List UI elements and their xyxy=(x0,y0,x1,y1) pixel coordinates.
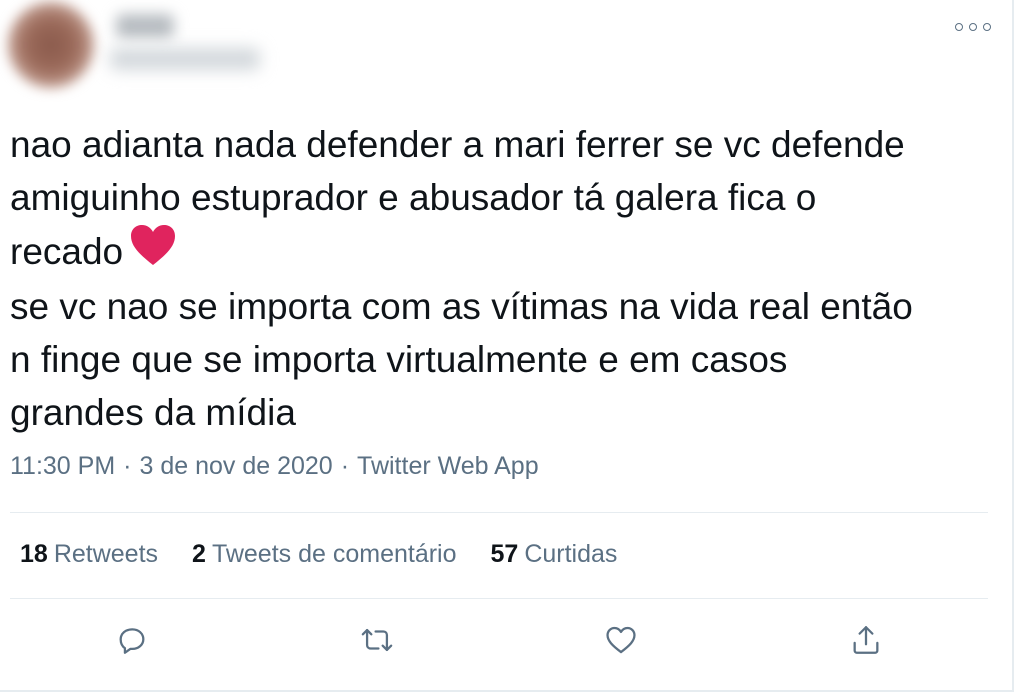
quote-tweets-label: Tweets de comentário xyxy=(211,540,457,568)
tweet-line: se vc nao se importa com as vítimas na v… xyxy=(10,286,913,327)
tweet-stats: 18 Retweets 2 Tweets de comentário 57 Curti… xyxy=(20,540,651,569)
reply-button[interactable] xyxy=(112,622,152,662)
tweet-meta: 11:30 PM · 3 de nov de 2020 · Twitter Web Ap… xyxy=(10,452,539,481)
retweets-count: 18 xyxy=(20,540,48,568)
likes-stat[interactable]: 57 Curtidas xyxy=(491,540,618,569)
meta-separator: · xyxy=(123,452,132,480)
red-heart-icon xyxy=(129,224,177,280)
tweet-line: grandes da mídia xyxy=(10,392,296,433)
tweet-line: nao adianta nada defender a mari ferrer … xyxy=(10,124,905,165)
quote-tweets-stat[interactable]: 2 Tweets de comentário xyxy=(192,540,456,569)
user-handle-redacted xyxy=(110,48,260,70)
reply-icon xyxy=(115,623,149,662)
retweet-icon xyxy=(358,623,396,662)
divider xyxy=(10,598,988,599)
retweets-label: Retweets xyxy=(53,540,159,568)
quote-tweets-count: 2 xyxy=(192,540,206,568)
like-icon xyxy=(604,623,638,662)
meta-separator: · xyxy=(340,452,350,480)
likes-label: Curtidas xyxy=(524,540,618,568)
tweet-text: nao adianta nada defender a mari ferrer … xyxy=(10,118,990,439)
tweet-time[interactable]: 11:30 PM xyxy=(10,452,115,480)
tweet-date[interactable]: 3 de nov de 2020 xyxy=(139,452,332,480)
share-button[interactable] xyxy=(846,622,886,662)
tweet-line: n finge que se importa virtualmente e em… xyxy=(10,339,788,380)
divider xyxy=(10,512,988,513)
tweet-line: recado xyxy=(10,231,124,272)
share-icon xyxy=(849,623,883,662)
tweet-source[interactable]: Twitter Web App xyxy=(357,452,539,480)
retweet-button[interactable] xyxy=(357,622,397,662)
like-button[interactable] xyxy=(601,622,641,662)
retweets-stat[interactable]: 18 Retweets xyxy=(20,540,158,569)
tweet-line: amiguinho estuprador e abusador tá galer… xyxy=(10,177,817,218)
user-name-redacted[interactable] xyxy=(116,14,174,38)
more-icon[interactable] xyxy=(955,18,991,36)
tweet-card: nao adianta nada defender a mari ferrer … xyxy=(0,0,1014,692)
avatar[interactable] xyxy=(8,2,94,88)
likes-count: 57 xyxy=(490,540,519,568)
